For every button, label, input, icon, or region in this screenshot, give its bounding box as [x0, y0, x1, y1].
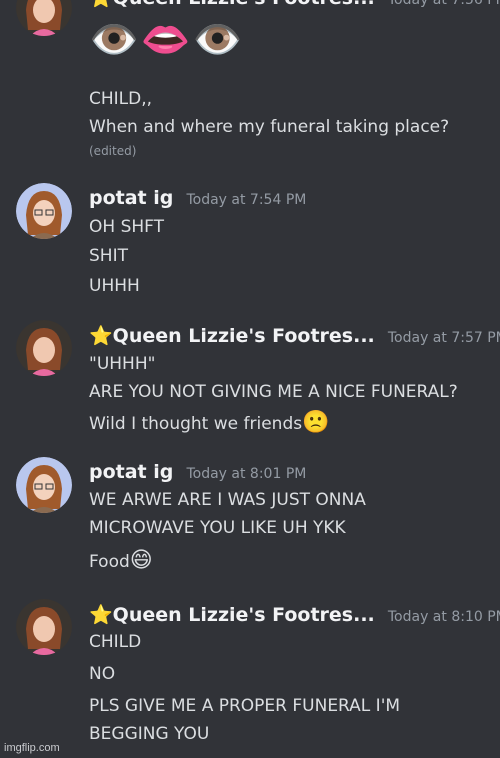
timestamp: Today at 8:01 PM — [186, 466, 307, 482]
star-icon: ⭐ — [89, 604, 113, 626]
message-line: CHILD — [89, 632, 142, 652]
avatar[interactable] — [16, 457, 72, 513]
emoji-message: 👁️👄👁️ — [89, 17, 245, 63]
message-header: potat ig Today at 7:54 PM — [89, 187, 306, 209]
timestamp: Today at 7:56 PM — [387, 0, 500, 8]
message-line: ARE YOU NOT GIVING ME A NICE FUNERAL? — [89, 382, 458, 402]
message-header: ⭐Queen Lizzie's Footres... Today at 7:57… — [89, 324, 500, 347]
username[interactable]: ⭐Queen Lizzie's Footres... — [89, 0, 375, 9]
message-line: Food😄 — [89, 548, 153, 573]
avatar[interactable] — [16, 183, 72, 239]
message-header: ⭐Queen Lizzie's Footres... Today at 7:56… — [89, 0, 500, 9]
username[interactable]: potat ig — [89, 187, 173, 209]
message-line: CHILD,, — [89, 89, 153, 109]
watermark: imgflip.com — [4, 742, 60, 754]
star-icon: ⭐ — [89, 325, 113, 347]
username[interactable]: ⭐Queen Lizzie's Footres... — [89, 604, 375, 626]
message-line: WE ARWE ARE I WAS JUST ONNA — [89, 490, 366, 510]
grinning-face-icon: 😄 — [129, 548, 153, 573]
edited-label: (edited) — [89, 144, 137, 158]
username[interactable]: ⭐Queen Lizzie's Footres... — [89, 325, 375, 347]
timestamp: Today at 8:10 PM — [387, 609, 500, 625]
chat-log: ⭐Queen Lizzie's Footres... Today at 7:56… — [0, 0, 500, 758]
message-header: ⭐Queen Lizzie's Footres... Today at 8:10… — [89, 603, 500, 626]
message-line: NO — [89, 664, 116, 684]
message-line: "UHHH" — [89, 354, 156, 374]
avatar[interactable] — [16, 320, 72, 376]
message-line: MICROWAVE YOU LIKE UH YKK — [89, 518, 346, 538]
message-line: When and where my funeral taking place? — [89, 117, 450, 137]
timestamp: Today at 7:57 PM — [387, 330, 500, 346]
frowning-face-icon: 🙁 — [302, 410, 330, 435]
message-line: OH SHFT — [89, 217, 165, 237]
message-line: BEGGING YOU — [89, 724, 210, 744]
timestamp: Today at 7:54 PM — [186, 192, 307, 208]
avatar[interactable] — [16, 0, 72, 36]
message-line: UHHH — [89, 276, 140, 296]
message-line: SHIT — [89, 246, 128, 266]
message-line: Wild I thought we friends🙁 — [89, 410, 330, 435]
message-header: potat ig Today at 8:01 PM — [89, 461, 306, 483]
message-line: PLS GIVE ME A PROPER FUNERAL I'M — [89, 696, 401, 716]
username[interactable]: potat ig — [89, 461, 173, 483]
avatar[interactable] — [16, 599, 72, 655]
star-icon: ⭐ — [89, 0, 113, 9]
